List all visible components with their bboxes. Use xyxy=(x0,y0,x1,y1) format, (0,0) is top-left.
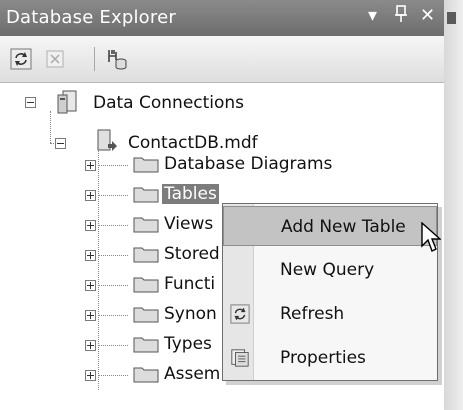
database-icon xyxy=(97,129,117,151)
tree-node-label[interactable]: Views xyxy=(164,214,213,234)
folder-icon xyxy=(133,157,159,173)
auto-hide-pin-icon[interactable] xyxy=(394,5,408,28)
folder-icon xyxy=(133,277,159,293)
expand-toggle[interactable] xyxy=(85,160,96,171)
tree-node-label[interactable]: Assem xyxy=(164,364,220,384)
panel-title: Database Explorer xyxy=(6,7,176,28)
contactdb-collapse-toggle[interactable] xyxy=(55,138,66,149)
tree-node-label[interactable]: Stored xyxy=(164,244,220,264)
connect-database-icon xyxy=(108,50,127,70)
tree-node-label[interactable]: Functi xyxy=(164,274,215,294)
menu-item-label: Refresh xyxy=(280,304,345,324)
mouse-pointer-icon xyxy=(421,222,441,252)
menu-item-label: Add New Table xyxy=(281,217,406,237)
tree-node-tables-selected[interactable]: Tables xyxy=(162,184,219,204)
database-explorer-panel: Database Explorer ▾ ✕ Data Connections C… xyxy=(0,0,445,410)
connect-to-database-button[interactable] xyxy=(104,46,130,72)
close-icon[interactable]: ✕ xyxy=(420,5,435,26)
expand-toggle[interactable] xyxy=(85,370,96,381)
folder-icon xyxy=(133,367,159,383)
data-connections-icon xyxy=(57,90,77,114)
menu-item-refresh[interactable]: Refresh xyxy=(223,294,437,334)
tree-node-data-connections[interactable]: Data Connections xyxy=(93,93,244,113)
window-edge xyxy=(444,0,463,410)
menu-item-properties[interactable]: Properties xyxy=(223,338,437,378)
refresh-icon xyxy=(230,304,250,324)
stop-refresh-button[interactable] xyxy=(42,46,68,72)
expand-toggle[interactable] xyxy=(85,250,96,261)
explorer-toolbar xyxy=(0,36,444,83)
tree-node-label[interactable]: Synon xyxy=(164,304,217,324)
expand-toggle[interactable] xyxy=(85,310,96,321)
refresh-icon xyxy=(10,48,32,70)
expand-toggle[interactable] xyxy=(85,190,96,201)
stop-icon xyxy=(46,50,64,68)
expand-toggle[interactable] xyxy=(85,340,96,351)
menu-item-add-new-table[interactable]: Add New Table xyxy=(223,206,437,246)
folder-icon xyxy=(133,307,159,323)
window-edge-tab xyxy=(447,12,456,24)
folder-icon xyxy=(133,187,159,203)
refresh-button[interactable] xyxy=(8,46,34,72)
panel-title-bar: Database Explorer ▾ ✕ xyxy=(0,0,444,36)
tree-node-label[interactable]: Types xyxy=(164,334,212,354)
menu-item-label: New Query xyxy=(280,260,375,280)
folder-icon xyxy=(133,247,159,263)
menu-item-label: Properties xyxy=(280,348,366,368)
expand-toggle[interactable] xyxy=(85,280,96,291)
expand-toggle[interactable] xyxy=(85,220,96,231)
tree-node-label[interactable]: Database Diagrams xyxy=(164,154,332,174)
tree-node-contactdb[interactable]: ContactDB.mdf xyxy=(128,133,258,153)
data-connections-collapse-toggle[interactable] xyxy=(25,97,36,108)
window-position-dropdown-icon[interactable]: ▾ xyxy=(368,5,377,26)
menu-item-new-query[interactable]: New Query xyxy=(223,250,437,290)
toolbar-separator xyxy=(94,47,95,71)
properties-icon xyxy=(231,349,249,367)
context-menu: Add New Table New Query Refresh Properti… xyxy=(222,203,438,381)
folder-icon xyxy=(133,337,159,353)
folder-icon xyxy=(133,217,159,233)
